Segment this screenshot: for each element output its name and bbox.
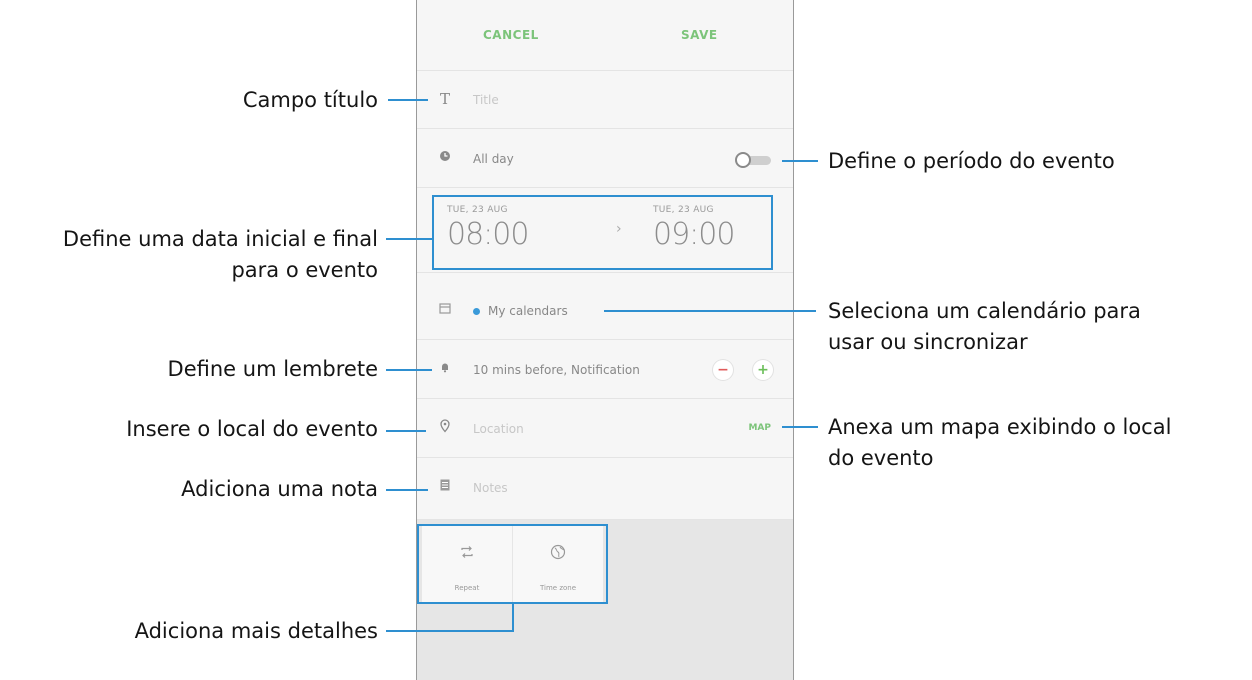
- callout-dates: Define uma data inicial e final para o e…: [63, 224, 378, 286]
- details-connector-vertical: [512, 604, 514, 632]
- callout-title-field: Campo título: [242, 88, 378, 112]
- calendar-connector: [604, 310, 816, 312]
- details-connector: [386, 630, 514, 632]
- period-connector: [782, 160, 818, 162]
- notes-icon: [435, 478, 455, 496]
- reminder-label: 10 mins before, Notification: [473, 363, 640, 377]
- reminder-row[interactable]: 10 mins before, Notification − +: [417, 341, 793, 399]
- clock-icon: [435, 149, 455, 167]
- location-pin-icon: [435, 419, 455, 438]
- calendar-color-dot: [473, 308, 480, 315]
- callout-note: Adiciona uma nota: [181, 477, 378, 501]
- calendar-label: My calendars: [488, 304, 568, 318]
- datetime-highlight-box: [432, 195, 773, 270]
- title-connector: [388, 99, 428, 101]
- add-reminder-button[interactable]: +: [753, 360, 773, 380]
- callout-calendar-line1: Seleciona um calendário para: [828, 299, 1141, 323]
- location-input[interactable]: Location: [473, 421, 524, 437]
- map-connector: [782, 426, 818, 428]
- bell-icon: [435, 360, 455, 378]
- location-connector: [386, 430, 426, 432]
- callout-reminder: Define um lembrete: [167, 357, 378, 381]
- callout-map: Anexa um mapa exibindo o local do evento: [828, 412, 1171, 474]
- details-highlight-box: [417, 524, 608, 604]
- callout-map-line2: do evento: [828, 446, 934, 470]
- cancel-button[interactable]: CANCEL: [483, 28, 539, 42]
- callout-dates-line2: para o evento: [231, 258, 378, 282]
- notes-input[interactable]: Notes: [473, 480, 508, 496]
- callout-map-line1: Anexa um mapa exibindo o local: [828, 415, 1172, 439]
- callout-calendar-line2: usar ou sincronizar: [828, 330, 1028, 354]
- callout-location: Insere o local do evento: [126, 417, 378, 441]
- remove-reminder-button[interactable]: −: [713, 360, 733, 380]
- notes-row[interactable]: Notes: [417, 459, 793, 520]
- note-connector: [386, 489, 428, 491]
- callout-period: Define o período do evento: [828, 149, 1115, 173]
- action-bar: CANCEL SAVE: [417, 0, 793, 71]
- reminder-connector: [386, 369, 432, 371]
- text-icon: T: [439, 90, 450, 108]
- all-day-label: All day: [473, 152, 514, 166]
- dates-connector: [386, 238, 432, 240]
- map-button[interactable]: MAP: [748, 423, 771, 433]
- title-row[interactable]: T Title: [417, 71, 793, 129]
- title-input[interactable]: Title: [473, 92, 499, 108]
- calendar-icon: [435, 301, 455, 319]
- all-day-toggle[interactable]: [735, 152, 773, 168]
- location-row[interactable]: Location MAP: [417, 400, 793, 458]
- all-day-row[interactable]: All day: [417, 130, 793, 188]
- callout-dates-line1: Define uma data inicial e final: [62, 227, 378, 251]
- callout-calendar: Seleciona um calendário para usar ou sin…: [828, 296, 1141, 358]
- save-button[interactable]: SAVE: [681, 28, 718, 42]
- calendar-selector[interactable]: My calendars: [473, 303, 568, 319]
- callout-details: Adiciona mais detalhes: [134, 619, 378, 643]
